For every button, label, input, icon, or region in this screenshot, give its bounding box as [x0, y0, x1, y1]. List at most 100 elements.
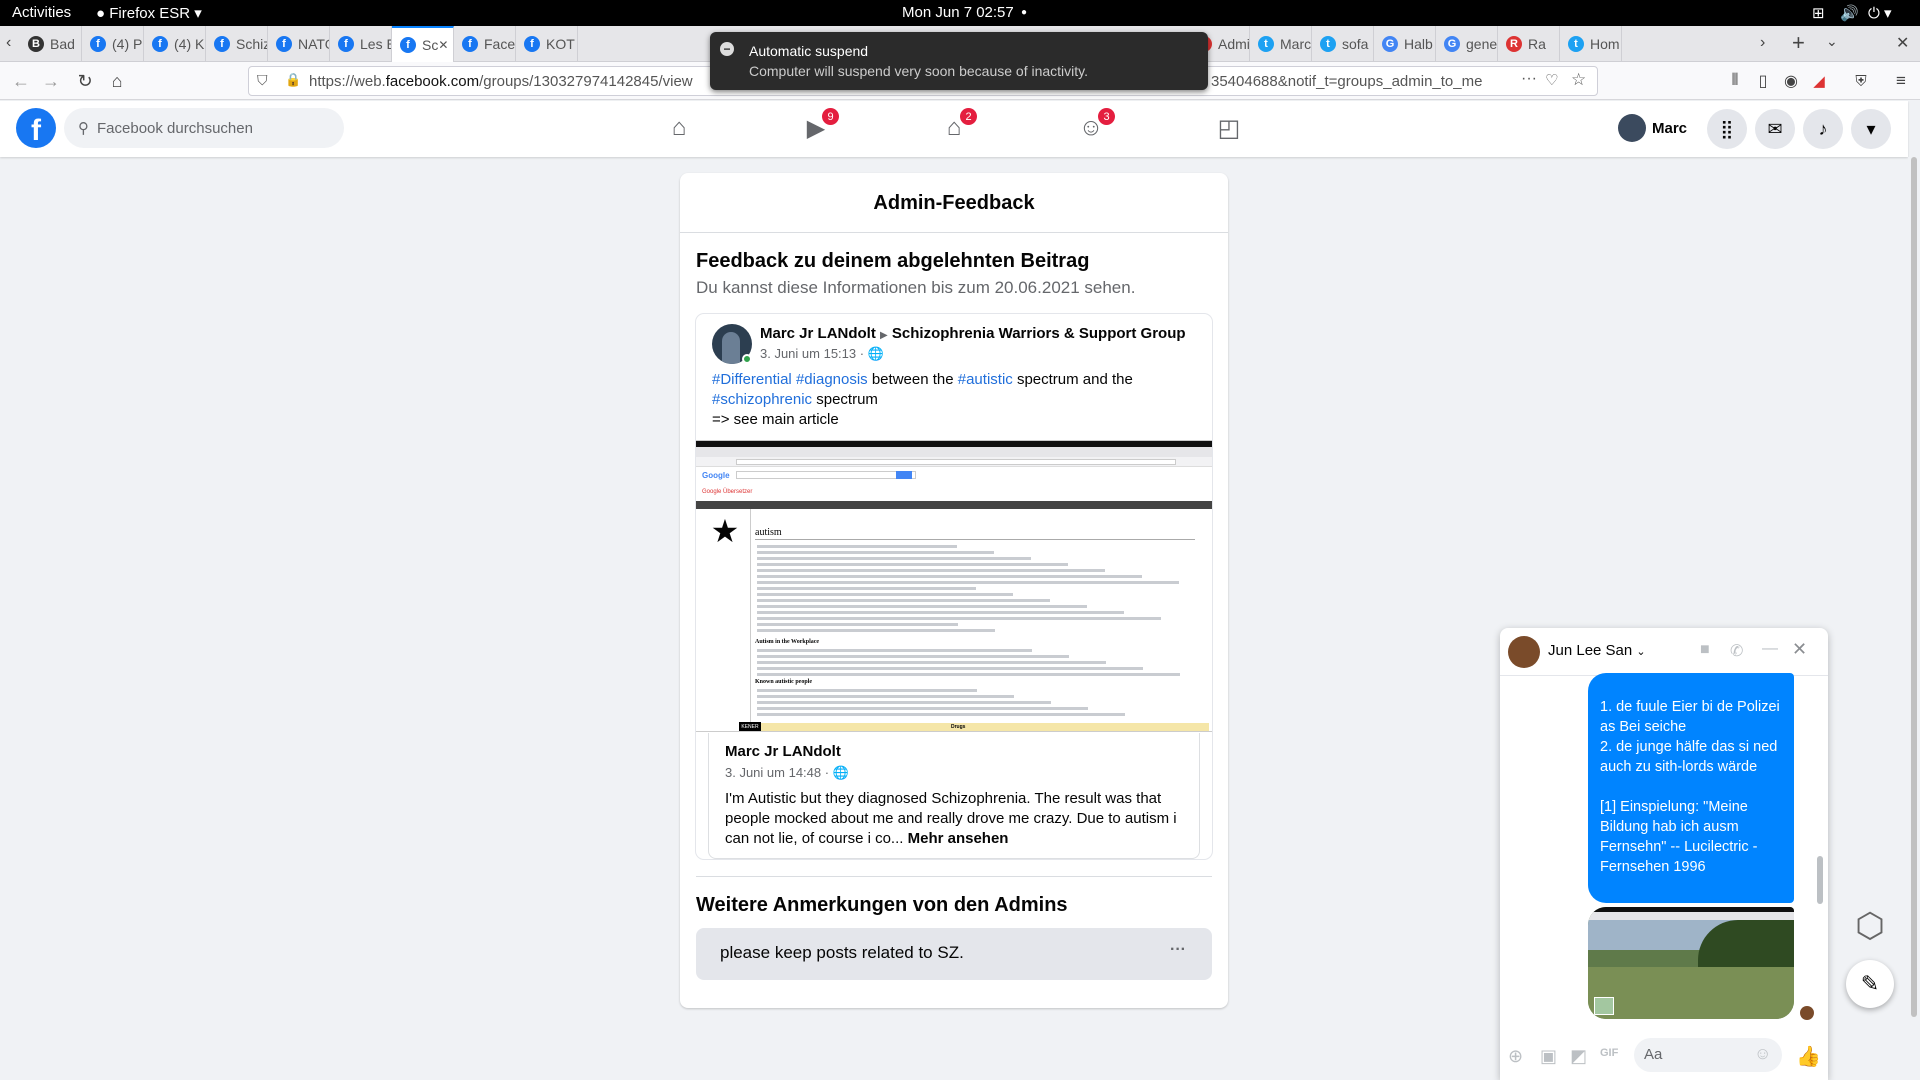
sidebar-icon[interactable]: ▯	[1750, 68, 1776, 94]
post-author[interactable]: Marc Jr LANdolt	[760, 325, 876, 342]
extension-icon[interactable]: ◢	[1806, 68, 1832, 94]
tab-scroll-right-icon[interactable]: ›	[1760, 34, 1765, 52]
new-message-icon[interactable]: ✎	[1846, 960, 1894, 1008]
pocket-icon[interactable]: ♡	[1545, 71, 1558, 89]
menu-grid-icon[interactable]: ⣿	[1707, 109, 1747, 149]
minimize-icon[interactable]: —	[1762, 640, 1778, 658]
browser-tab[interactable]: f (4) P	[82, 26, 144, 62]
hashtag-link[interactable]: #autistic	[958, 371, 1013, 388]
facebook-logo-icon[interactable]: f	[16, 108, 56, 148]
post-image-screenshot[interactable]: Google Google Übersetzer ★ autism Autism…	[696, 440, 1212, 732]
chat-scrollbar[interactable]	[1817, 856, 1823, 904]
facebook-search[interactable]: ⚲ Facebook durchsuchen	[64, 108, 344, 148]
emoji-icon[interactable]: ☺	[1754, 1044, 1771, 1064]
title-divider	[680, 232, 1228, 233]
tab-close-icon[interactable]: ✕	[438, 38, 448, 52]
post-header: Marc Jr LANdolt ▶ Schizophrenia Warriors…	[760, 325, 1186, 342]
browser-tab[interactable]: f Les E	[330, 26, 392, 62]
browser-tab[interactable]: f Schiz	[206, 26, 268, 62]
mini-wiki-star-icon: ★	[710, 513, 740, 549]
library-icon[interactable]: ⫴	[1722, 68, 1748, 94]
menu-icon[interactable]: ≡	[1888, 68, 1914, 94]
post-time[interactable]: 3. Juni um 15:13 ·	[760, 346, 864, 361]
profile-avatar[interactable]	[1618, 114, 1646, 142]
image-icon[interactable]: ▣	[1540, 1046, 1557, 1067]
messenger-icon[interactable]: ✉	[1755, 109, 1795, 149]
app-menu[interactable]: ● Firefox ESR ▾	[96, 4, 202, 22]
browser-tab[interactable]: t Marc	[1250, 26, 1312, 62]
tab-favicon-icon: G	[1444, 36, 1460, 52]
chat-contact[interactable]: Jun Lee San ⌄	[1548, 642, 1646, 659]
browser-tab[interactable]: B Bad	[20, 26, 82, 62]
like-icon[interactable]: 👍	[1796, 1044, 1821, 1069]
profile-name[interactable]: Marc	[1652, 120, 1687, 137]
shared-post[interactable]: Marc Jr LANdolt 3. Juni um 14:48 · 🌐 I'm…	[708, 733, 1200, 859]
browser-tab[interactable]: Ggene	[1436, 26, 1498, 62]
more-options-icon[interactable]: ···	[1170, 941, 1186, 959]
post-text-line: #schizophrenic spectrum	[712, 390, 1202, 410]
see-more-link[interactable]: Mehr ansehen	[908, 830, 1009, 847]
gif-icon[interactable]: GIF	[1600, 1047, 1618, 1059]
page-actions-icon[interactable]: ···	[1521, 70, 1537, 88]
gaming-nav-icon[interactable]: ◰	[1209, 110, 1249, 146]
tab-list-icon[interactable]: ⌄	[1826, 33, 1838, 50]
video-call-icon[interactable]: ■	[1700, 641, 1710, 659]
browser-tab[interactable]: G Halb	[1374, 26, 1436, 62]
post-text-line: #Differential #diagnosis between the #au…	[712, 370, 1202, 390]
scrollbar-thumb[interactable]	[1911, 157, 1917, 1017]
post-group[interactable]: Schizophrenia Warriors & Support Group	[892, 325, 1186, 342]
home-icon[interactable]: ⌂	[104, 68, 130, 94]
hashtag-link[interactable]: #Differential	[712, 371, 792, 388]
globe-icon: 🌐	[867, 346, 884, 361]
tab-label: NATO	[298, 36, 329, 52]
lock-icon[interactable]: 🔒	[285, 72, 301, 88]
tab-label: sofa	[1342, 36, 1369, 52]
clock[interactable]: Mon Jun 7 02:57	[902, 4, 1014, 21]
sticker-icon[interactable]: ◩	[1570, 1046, 1587, 1067]
window-close-icon[interactable]: ✕	[1896, 33, 1909, 53]
photo-browserbar	[1588, 912, 1794, 920]
close-icon[interactable]: ✕	[1792, 639, 1807, 660]
reload-icon[interactable]: ↻	[72, 68, 98, 94]
feedback-heading: Feedback zu deinem abgelehnten Beitrag	[696, 250, 1090, 272]
shield-extension-icon[interactable]: ⛨	[1848, 68, 1874, 94]
home-nav-icon[interactable]: ⌂	[659, 110, 699, 146]
browser-tab[interactable]: f KOT	[516, 26, 578, 62]
notifications-bell-icon[interactable]: ♪	[1803, 109, 1843, 149]
bookmark-star-icon[interactable]: ☆	[1571, 70, 1586, 90]
mini-text-line	[757, 605, 1087, 608]
mini-search	[736, 471, 916, 479]
forward-icon[interactable]: →	[38, 68, 64, 94]
chat-photo-message[interactable]	[1588, 907, 1794, 1019]
add-icon[interactable]: ⊕	[1508, 1046, 1523, 1067]
browser-tab[interactable]: t sofa	[1312, 26, 1374, 62]
mini-text-line	[757, 661, 1106, 664]
power-icon[interactable]: ⏻ ▾	[1868, 4, 1892, 22]
account-icon[interactable]: ◉	[1778, 68, 1804, 94]
browser-tab[interactable]: t Hom	[1560, 26, 1622, 62]
chat-avatar[interactable]	[1508, 636, 1540, 668]
volume-icon[interactable]: 🔊	[1840, 4, 1859, 22]
browser-tab[interactable]: f NATO	[268, 26, 330, 62]
shared-time[interactable]: 3. Juni um 14:48 ·	[725, 765, 829, 780]
back-icon[interactable]: ←	[8, 68, 34, 94]
phone-icon[interactable]: ✆	[1730, 641, 1743, 661]
hashtag-link[interactable]: #diagnosis	[796, 371, 868, 388]
account-menu-icon[interactable]: ▾	[1851, 109, 1891, 149]
activities-button[interactable]: Activities	[12, 4, 71, 21]
browser-tab[interactable]: f (4) K	[144, 26, 206, 62]
mini-section-heading: Known autistic people	[755, 679, 813, 685]
network-icon[interactable]: ⊞	[1812, 4, 1825, 22]
suspend-notification[interactable]: − Automatic suspend Computer will suspen…	[710, 32, 1208, 90]
tracking-shield-icon[interactable]: ⛉	[257, 72, 268, 89]
hashtag-link[interactable]: #schizophrenic	[712, 391, 812, 408]
new-tab-icon[interactable]: +	[1792, 30, 1805, 56]
page-scrollbar[interactable]	[1908, 157, 1920, 1080]
browser-tab[interactable]: f Face	[454, 26, 516, 62]
tab-scroll-left-icon[interactable]: ‹	[6, 34, 11, 52]
browser-tab[interactable]: f Sc ✕	[392, 26, 454, 62]
diamond-sticker-icon[interactable]: ⬡	[1846, 902, 1894, 950]
shared-author[interactable]: Marc Jr LANdolt	[725, 743, 841, 760]
message-input[interactable]: Aa ☺	[1634, 1038, 1782, 1072]
browser-tab[interactable]: R Ra	[1498, 26, 1560, 62]
